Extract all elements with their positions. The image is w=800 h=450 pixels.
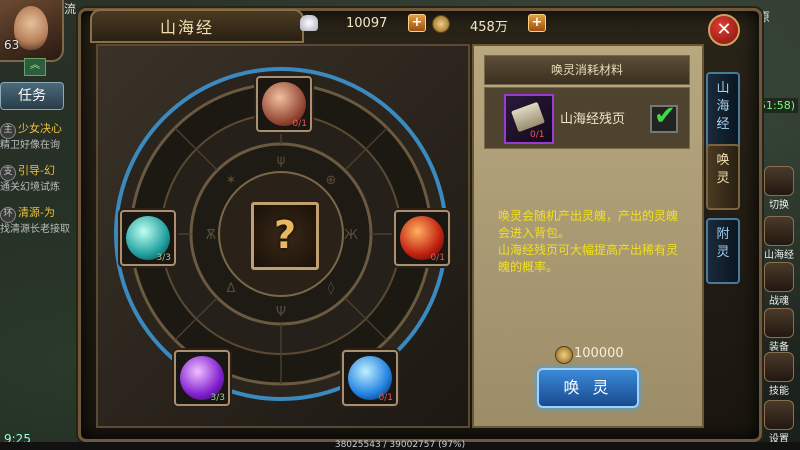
book-icon xyxy=(764,216,794,246)
quest-item-loop[interactable]: 环清源-为 找清源长老接取 xyxy=(0,206,80,237)
tab-label: 山海经 xyxy=(716,81,730,132)
soul-icon xyxy=(764,262,794,292)
expand-arrow-icon[interactable]: ︽ xyxy=(24,58,46,76)
quest-title: 引导-幻 xyxy=(18,164,55,177)
silver-amount: 10097 xyxy=(346,16,388,31)
add-gold-button[interactable]: + xyxy=(528,14,546,32)
wheel-slot-bottom-right[interactable]: 0/1 xyxy=(342,350,398,406)
quest-title: 清源-为 xyxy=(18,206,55,219)
use-material-checkbox[interactable]: ✔ xyxy=(650,101,678,133)
button-label: 技能 xyxy=(769,386,789,397)
currency-bar: 10097 + 458万 + xyxy=(300,10,555,38)
quest-detail: 精卫好像在询 xyxy=(0,140,60,151)
player-avatar[interactable] xyxy=(0,0,64,62)
switch-icon xyxy=(764,166,794,196)
svg-text:Ψ: Ψ xyxy=(276,305,286,320)
slot-count: 3/3 xyxy=(156,253,171,263)
tab-summon[interactable]: 唤灵 xyxy=(706,144,740,210)
quest-item-main[interactable]: 主少女决心 精卫好像在询 xyxy=(0,122,80,153)
close-button[interactable]: ✕ xyxy=(708,14,740,46)
svg-text:Ѫ: Ѫ xyxy=(206,228,216,243)
wheel-slot-left[interactable]: 3/3 xyxy=(120,210,176,266)
battle-soul-button[interactable]: 战魂 xyxy=(760,262,798,307)
button-label: 战魂 xyxy=(769,296,789,307)
quest-tag: 环 xyxy=(0,207,16,223)
coin-icon xyxy=(432,15,450,33)
description: 唤灵会随机产出灵魄，产出的灵魄会进入背包。 山海经残页可大幅提高产出稀有灵魄的概… xyxy=(498,208,682,276)
player-level: 63 xyxy=(4,38,20,52)
player-name: 流 xyxy=(64,2,77,16)
svg-text:✶: ✶ xyxy=(226,173,237,188)
scroll-page-icon[interactable] xyxy=(504,94,554,144)
skill-button[interactable]: 技能 xyxy=(760,352,798,397)
quest-title: 少女决心 xyxy=(18,122,62,135)
button-label: 山海经 xyxy=(764,250,794,261)
button-label: 切换 xyxy=(769,200,789,211)
slot-count: 0/1 xyxy=(292,119,307,129)
button-label: 装备 xyxy=(769,342,789,353)
switch-button[interactable]: 切换 xyxy=(760,166,798,211)
material-name: 山海经残页 xyxy=(560,112,626,127)
question-mark-icon: ? xyxy=(273,213,297,257)
material-count: 0/1 xyxy=(530,130,545,140)
armor-icon xyxy=(764,308,794,338)
add-silver-button[interactable]: + xyxy=(408,14,426,32)
equipment-button[interactable]: 装备 xyxy=(760,308,798,353)
wheel-slot-bottom-left[interactable]: 3/3 xyxy=(174,350,230,406)
quest-detail: 通关幻境试炼 xyxy=(0,182,60,193)
panel-title: 山海经 xyxy=(160,18,215,37)
svg-text:ψ: ψ xyxy=(277,153,286,168)
slot-count: 3/3 xyxy=(210,393,225,403)
settings-button[interactable]: 设置 xyxy=(760,400,798,445)
svg-text:⊕: ⊕ xyxy=(326,173,337,188)
quest-tag: 支 xyxy=(0,165,16,181)
quest-tag: 主 xyxy=(0,123,16,139)
silver-ingot-icon xyxy=(300,15,318,31)
slot-count: 0/1 xyxy=(378,393,393,403)
slot-count: 0/1 xyxy=(430,253,445,263)
svg-text:∆: ∆ xyxy=(226,281,236,296)
summon-button[interactable]: 唤 灵 xyxy=(537,368,639,408)
description-line-2: 山海经残页可大幅提高产出稀有灵魄的概率。 xyxy=(498,243,679,274)
shanhaijing-button[interactable]: 山海经 xyxy=(760,216,798,261)
tab-label: 附灵 xyxy=(716,227,730,260)
coin-icon xyxy=(555,346,573,364)
quest-item-side[interactable]: 支引导-幻 通关幻境试炼 xyxy=(0,164,80,195)
description-line-1: 唤灵会随机产出灵魄，产出的灵魄会进入背包。 xyxy=(498,209,679,240)
experience-text: 38025543 / 39002757 (97%) xyxy=(334,440,466,450)
summon-cost: 100000 xyxy=(574,346,624,361)
quest-detail: 找清源长老接取 xyxy=(0,224,70,235)
skill-icon xyxy=(764,352,794,382)
checkmark-icon: ✔ xyxy=(654,101,676,131)
tab-shanhaijing[interactable]: 山海经 xyxy=(706,72,740,152)
wheel-slot-right[interactable]: 0/1 xyxy=(394,210,450,266)
tab-attach[interactable]: 附灵 xyxy=(706,218,740,284)
scroll-shape xyxy=(511,101,545,133)
settings-icon xyxy=(764,400,794,430)
result-slot[interactable]: ? xyxy=(251,202,319,270)
material-header: 唤灵消耗材料 xyxy=(484,55,690,85)
svg-text:◊: ◊ xyxy=(328,281,335,296)
svg-text:Ж: Ж xyxy=(344,228,358,243)
wheel-slot-top[interactable]: 0/1 xyxy=(256,76,312,132)
tab-label: 唤灵 xyxy=(716,153,730,186)
gold-amount: 458万 xyxy=(470,20,508,35)
task-tab[interactable]: 任务 xyxy=(0,82,64,110)
